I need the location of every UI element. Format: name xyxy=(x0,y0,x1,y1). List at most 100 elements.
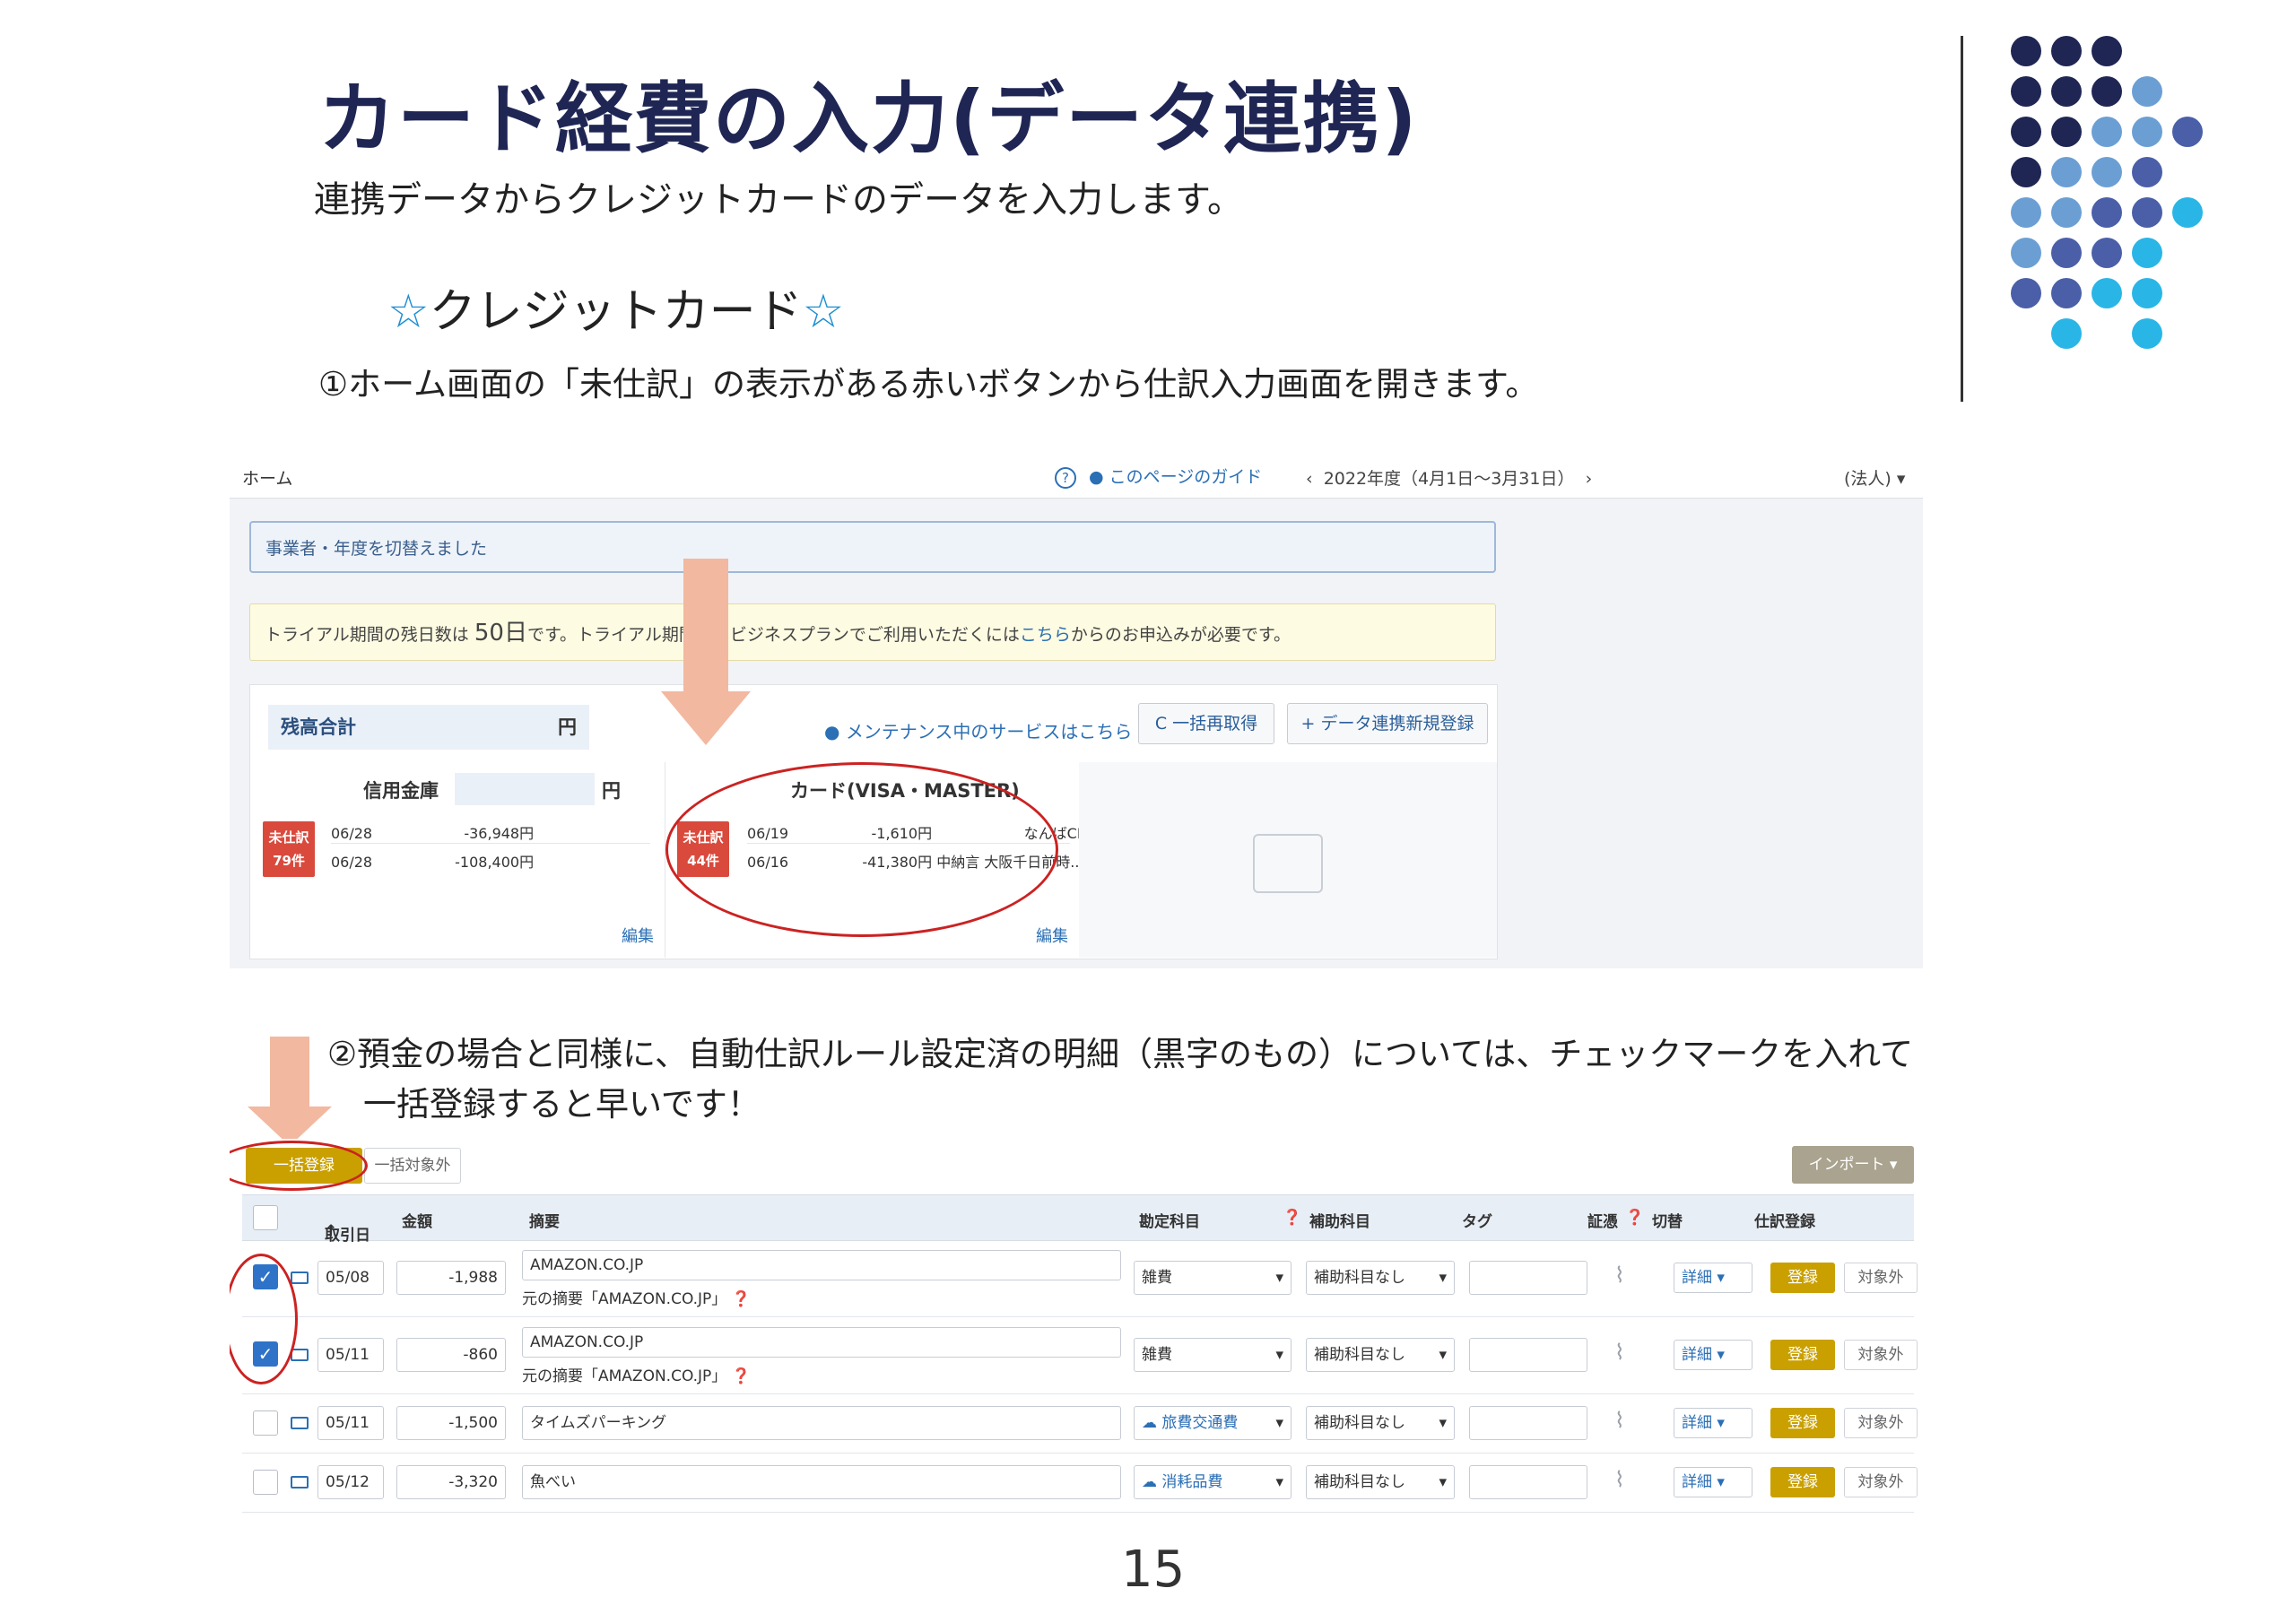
unjournaled-badge[interactable]: 未仕訳 79件 xyxy=(263,821,315,877)
card-edit-link[interactable]: 編集 xyxy=(1036,924,1068,947)
section-heading: ☆クレジットカード☆ xyxy=(387,273,844,341)
dot xyxy=(2092,238,2122,268)
summary-field[interactable]: 魚べい xyxy=(522,1465,1121,1499)
register-button[interactable]: 登録 xyxy=(1770,1408,1835,1438)
trial-link[interactable]: こちら xyxy=(1020,625,1071,645)
credit-card-icon xyxy=(291,1417,309,1429)
maintenance-link[interactable]: ● メンテナンス中のサービスはこちら xyxy=(824,717,1132,743)
detail-dropdown[interactable]: 詳細 ▾ xyxy=(1674,1408,1752,1438)
arrow-down-icon xyxy=(661,691,751,745)
amount-field[interactable]: -860 xyxy=(396,1338,506,1372)
register-button[interactable]: 登録 xyxy=(1770,1340,1835,1370)
guide-link[interactable]: ? ● このページのガイド xyxy=(1055,464,1262,489)
dot xyxy=(2132,117,2162,147)
account-select[interactable]: ☁ 旅費交通費 ▾ xyxy=(1134,1406,1292,1440)
row-checkbox[interactable] xyxy=(253,1410,278,1436)
select-all-checkbox[interactable] xyxy=(253,1205,278,1230)
dot xyxy=(2132,157,2162,187)
amount-field[interactable]: -1,988 xyxy=(396,1261,506,1295)
table-row: ✓ 05/11 -860 AMAZON.CO.JP 元の摘要「AMAZON.CO… xyxy=(242,1316,1918,1394)
dot xyxy=(2051,36,2082,66)
paperclip-icon[interactable]: ⌇ xyxy=(1614,1340,1625,1365)
table-row: 05/12 -3,320 魚べい ☁ 消耗品費 ▾ 補助科目なし ▾ ⌇ 詳細 ▾ … xyxy=(242,1453,1918,1513)
sub-account-select[interactable]: 補助科目なし ▾ xyxy=(1306,1406,1455,1440)
home-screenshot: ホーム ? ● このページのガイド ‹ 2022年度（4月1日〜3月31日） › (… xyxy=(230,453,1923,968)
row-date: 06/28 xyxy=(331,825,373,842)
sub-account-select[interactable]: 補助科目なし ▾ xyxy=(1306,1338,1455,1372)
paperclip-icon[interactable]: ⌇ xyxy=(1614,1263,1625,1288)
detail-label: 詳細 xyxy=(1682,1346,1712,1364)
detail-dropdown[interactable]: 詳細 ▾ xyxy=(1674,1467,1752,1497)
divider-line xyxy=(1961,36,1963,402)
exclude-button[interactable]: 対象外 xyxy=(1844,1263,1918,1293)
original-text: 元の摘要「AMAZON.CO.JP」 xyxy=(522,1367,727,1385)
fiscal-year[interactable]: ‹ 2022年度（4月1日〜3月31日） › xyxy=(1306,465,1592,490)
new-link-label: データ連携新規登録 xyxy=(1320,714,1474,733)
date-field[interactable]: 05/11 xyxy=(317,1406,384,1440)
dot xyxy=(2172,117,2203,147)
sub-account-select[interactable]: 補助科目なし ▾ xyxy=(1306,1261,1455,1295)
sub-account-select[interactable]: 補助科目なし ▾ xyxy=(1306,1465,1455,1499)
corp-dropdown[interactable]: (法人) ▾ xyxy=(1844,465,1905,490)
new-link-button[interactable]: + データ連携新規登録 xyxy=(1287,703,1488,744)
row-amount: -108,400円 xyxy=(455,854,535,871)
dot xyxy=(2051,76,2082,107)
exclude-button[interactable]: 対象外 xyxy=(1844,1340,1918,1370)
credit-card-icon xyxy=(291,1476,309,1488)
slide-subtitle: 連携データからクレジットカードのデータを入力します。 xyxy=(314,179,1243,221)
bank-row: 06/28 -108,400円 xyxy=(331,850,534,872)
detail-dropdown[interactable]: 詳細 ▾ xyxy=(1674,1263,1752,1293)
date-field[interactable]: 05/08 xyxy=(317,1261,384,1295)
detail-dropdown[interactable]: 詳細 ▾ xyxy=(1674,1340,1752,1370)
breadcrumb[interactable]: ホーム xyxy=(242,465,292,490)
register-button[interactable]: 登録 xyxy=(1770,1467,1835,1497)
badge-label: 未仕訳 xyxy=(268,829,309,846)
bank-card[interactable]: 信用金庫 円 未仕訳 79件 06/28 -36,948円 06/28 -108,40… xyxy=(250,762,665,958)
amount-field[interactable]: -1,500 xyxy=(396,1406,506,1440)
row-date: 06/28 xyxy=(331,854,373,871)
tag-field[interactable] xyxy=(1469,1261,1587,1295)
dot xyxy=(2051,238,2082,268)
register-button[interactable]: 登録 xyxy=(1770,1263,1835,1293)
date-field[interactable]: 05/12 xyxy=(317,1465,384,1499)
detail-label: 詳細 xyxy=(1682,1473,1712,1491)
date-field[interactable]: 05/11 xyxy=(317,1338,384,1372)
help-icon: ? xyxy=(1055,467,1076,489)
exclude-button[interactable]: 対象外 xyxy=(1844,1408,1918,1438)
help-icon[interactable]: ❓ xyxy=(1625,1209,1644,1227)
dot xyxy=(2132,76,2162,107)
bulk-exclude-button[interactable]: 一括対象外 xyxy=(364,1148,461,1184)
account-select[interactable]: ☁ 消耗品費 ▾ xyxy=(1134,1465,1292,1499)
tag-field[interactable] xyxy=(1469,1338,1587,1372)
account-select[interactable]: 雑費 ▾ xyxy=(1134,1338,1292,1372)
refresh-all-button[interactable]: C 一括再取得 xyxy=(1138,703,1274,744)
paperclip-icon[interactable]: ⌇ xyxy=(1614,1408,1625,1433)
corp-label: (法人) xyxy=(1844,469,1892,489)
paperclip-icon[interactable]: ⌇ xyxy=(1614,1467,1625,1492)
arrow-shaft xyxy=(270,1037,309,1108)
play-icon: ● xyxy=(1089,467,1104,487)
summary-field[interactable]: タイムズパーキング xyxy=(522,1406,1121,1440)
star-icon: ☆ xyxy=(387,285,430,339)
chevron-down-icon: ▾ xyxy=(1275,1414,1283,1432)
help-icon[interactable]: ❓ xyxy=(1283,1209,1301,1227)
chevron-down-icon: ▾ xyxy=(1275,1346,1283,1364)
fiscal-year-label: 2022年度（4月1日〜3月31日） xyxy=(1323,469,1575,489)
dot xyxy=(2051,318,2082,349)
tag-field[interactable] xyxy=(1469,1465,1587,1499)
sub-account-value: 補助科目なし xyxy=(1314,1414,1405,1432)
amount-field[interactable]: -3,320 xyxy=(396,1465,506,1499)
bank-edit-link[interactable]: 編集 xyxy=(622,924,654,947)
highlight-circle xyxy=(665,762,1058,937)
import-dropdown[interactable]: インポート ▾ xyxy=(1792,1146,1914,1184)
col-amount: 金額 xyxy=(402,1213,432,1231)
summary-field[interactable]: AMAZON.CO.JP xyxy=(522,1250,1121,1280)
col-sub-account: 補助科目 xyxy=(1309,1213,1370,1231)
account-select[interactable]: 雑費 ▾ xyxy=(1134,1261,1292,1295)
help-icon: ❓ xyxy=(731,1367,751,1385)
summary-field[interactable]: AMAZON.CO.JP xyxy=(522,1327,1121,1358)
row-checkbox[interactable] xyxy=(253,1470,278,1495)
tag-field[interactable] xyxy=(1469,1406,1587,1440)
original-summary: 元の摘要「AMAZON.CO.JP」 ❓ xyxy=(522,1363,751,1385)
exclude-button[interactable]: 対象外 xyxy=(1844,1467,1918,1497)
